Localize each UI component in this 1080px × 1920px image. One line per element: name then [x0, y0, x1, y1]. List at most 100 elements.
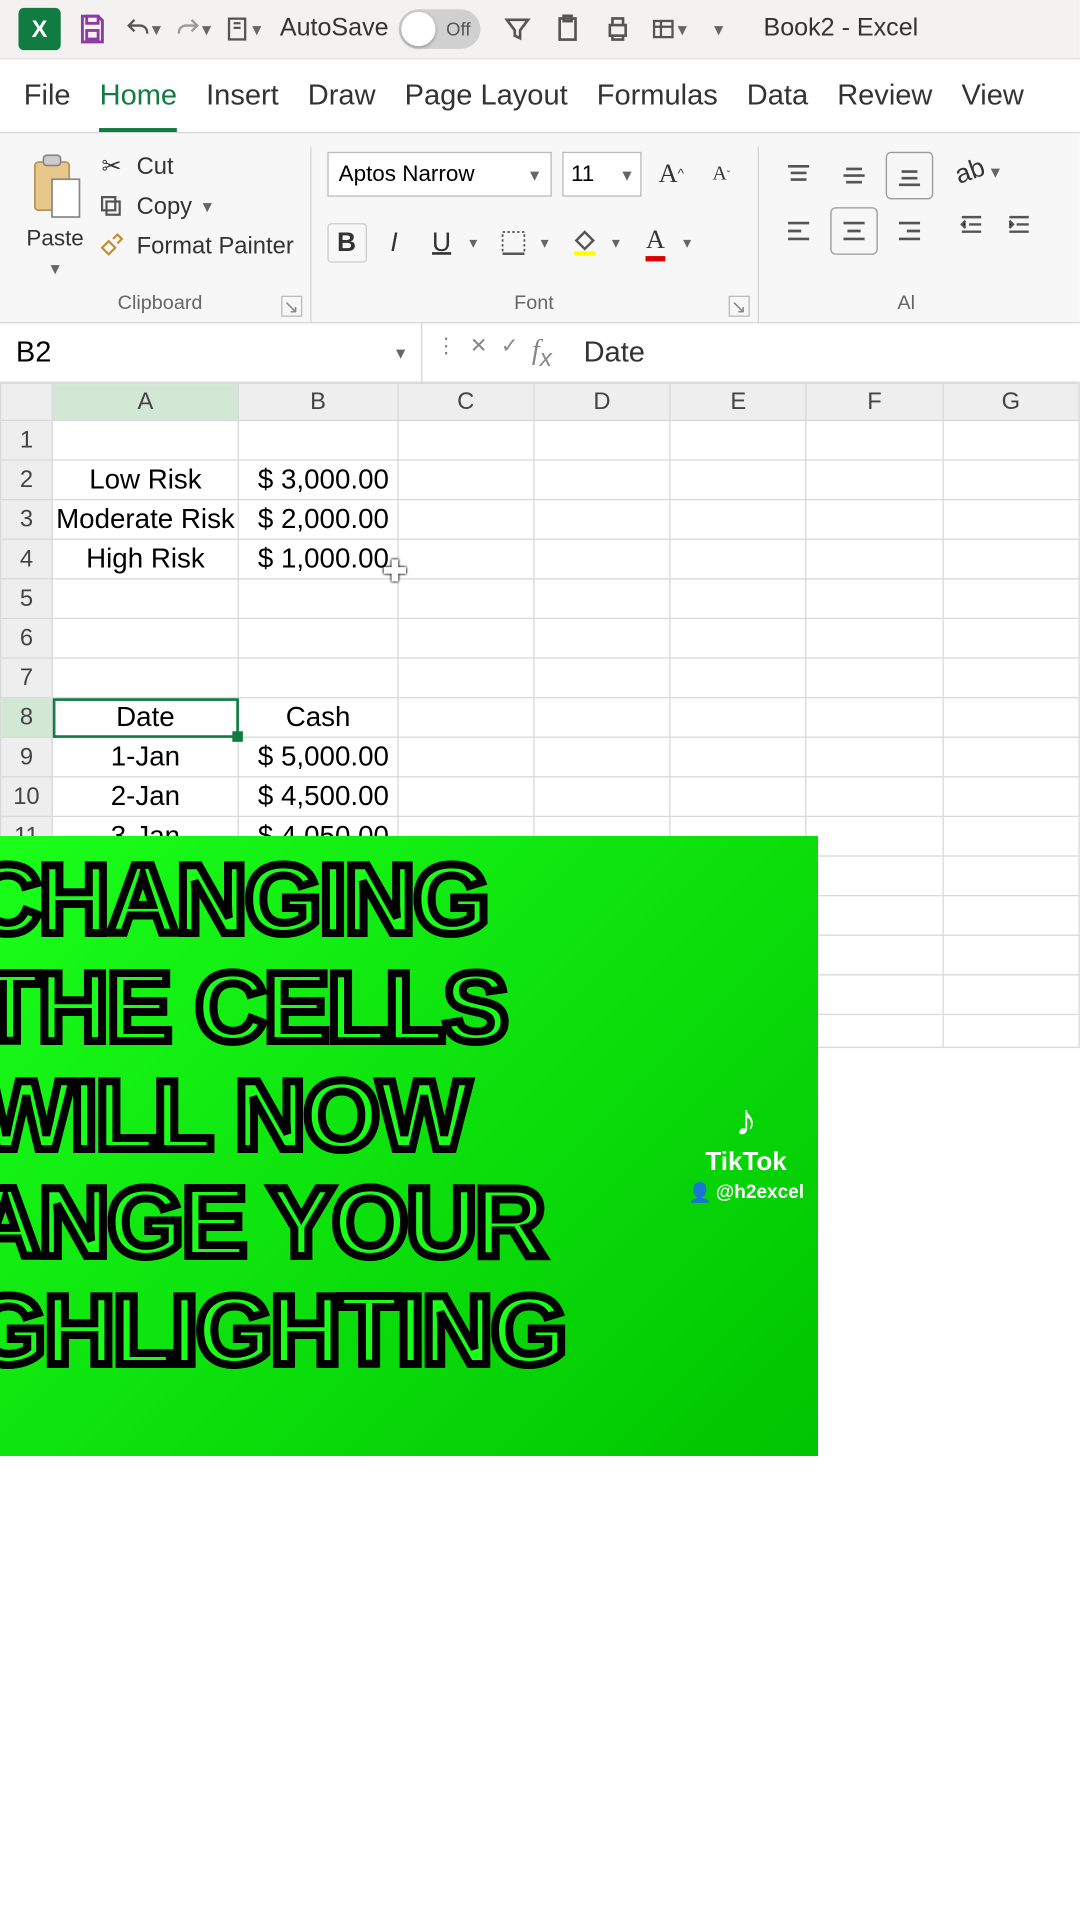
redo-button[interactable]: ▾ — [174, 11, 211, 48]
cell[interactable] — [52, 658, 238, 698]
cell[interactable] — [806, 698, 942, 738]
quick-action-button[interactable]: ▾ — [224, 11, 261, 48]
column-header-a[interactable]: A — [52, 383, 238, 420]
cell[interactable] — [670, 737, 806, 777]
cell[interactable]: 2-Jan — [52, 777, 238, 817]
cell[interactable] — [534, 460, 670, 500]
cancel-formula-icon[interactable]: ✕ — [470, 332, 488, 372]
tab-file[interactable]: File — [24, 78, 71, 132]
orientation-button[interactable]: ab — [951, 152, 991, 192]
cell[interactable] — [52, 579, 238, 619]
dialog-launcher-icon[interactable]: ↘ — [728, 296, 749, 317]
align-top-button[interactable] — [774, 152, 822, 200]
tab-page-layout[interactable]: Page Layout — [405, 78, 568, 132]
cell[interactable] — [670, 539, 806, 579]
tab-view[interactable]: View — [961, 78, 1023, 132]
tab-data[interactable]: Data — [747, 78, 808, 132]
cell[interactable] — [670, 579, 806, 619]
cell[interactable] — [943, 460, 1079, 500]
cell[interactable] — [806, 460, 942, 500]
cell[interactable] — [806, 539, 942, 579]
row-header[interactable]: 3 — [1, 500, 53, 540]
paste-icon[interactable] — [550, 11, 587, 48]
cell[interactable]: 1-Jan — [52, 737, 238, 777]
column-header-c[interactable]: C — [398, 383, 534, 420]
more-icon[interactable]: ⋮ — [436, 332, 457, 372]
chevron-down-icon[interactable]: ▾ — [612, 234, 628, 252]
underline-button[interactable]: U — [422, 223, 462, 263]
filter-icon[interactable] — [499, 11, 536, 48]
fill-color-button[interactable] — [564, 223, 604, 263]
tab-draw[interactable]: Draw — [308, 78, 376, 132]
cell[interactable] — [943, 737, 1079, 777]
cell[interactable] — [943, 539, 1079, 579]
autosave-toggle[interactable]: AutoSave Off — [280, 9, 481, 49]
cell[interactable] — [239, 579, 398, 619]
cell[interactable] — [943, 420, 1079, 460]
cell[interactable] — [534, 500, 670, 540]
cell[interactable]: $ 2,000.00 — [239, 500, 398, 540]
enter-formula-icon[interactable]: ✓ — [501, 332, 519, 372]
cell[interactable] — [806, 618, 942, 658]
italic-button[interactable]: I — [374, 223, 414, 263]
align-middle-button[interactable] — [830, 152, 878, 200]
column-header-f[interactable]: F — [806, 383, 942, 420]
cell[interactable] — [670, 618, 806, 658]
row-header[interactable]: 6 — [1, 618, 53, 658]
decrease-font-button[interactable]: Aˇ — [702, 154, 742, 194]
cell[interactable] — [943, 579, 1079, 619]
cell[interactable]: $ 4,500.00 — [239, 777, 398, 817]
row-header[interactable]: 5 — [1, 579, 53, 619]
align-left-button[interactable] — [774, 207, 822, 255]
save-button[interactable] — [74, 11, 111, 48]
tab-review[interactable]: Review — [837, 78, 932, 132]
cell[interactable] — [398, 777, 534, 817]
cell[interactable] — [806, 777, 942, 817]
cell[interactable] — [806, 737, 942, 777]
cell[interactable] — [670, 460, 806, 500]
row-header[interactable]: 4 — [1, 539, 53, 579]
cell[interactable]: Cash — [239, 698, 398, 738]
align-bottom-button[interactable] — [885, 152, 933, 200]
cell[interactable] — [534, 737, 670, 777]
cell[interactable]: Date — [52, 698, 238, 738]
cell[interactable] — [534, 420, 670, 460]
copy-button[interactable]: Copy ▾ — [97, 191, 294, 220]
cell[interactable] — [806, 935, 942, 975]
formula-input[interactable]: Date — [565, 335, 1080, 369]
cell[interactable] — [534, 539, 670, 579]
print-icon[interactable] — [600, 11, 637, 48]
font-family-combo[interactable]: Aptos Narrow ▾ — [327, 152, 551, 197]
align-right-button[interactable] — [885, 207, 933, 255]
cell[interactable] — [670, 420, 806, 460]
cell[interactable] — [670, 698, 806, 738]
cell[interactable] — [943, 698, 1079, 738]
cell[interactable] — [52, 618, 238, 658]
cell[interactable] — [398, 579, 534, 619]
cell[interactable] — [52, 420, 238, 460]
paste-button[interactable]: Paste ▾ — [26, 152, 83, 280]
chevron-down-icon[interactable]: ▾ — [683, 234, 699, 252]
qat-customize-icon[interactable]: ▾ — [700, 11, 737, 48]
select-all-corner[interactable] — [1, 383, 53, 420]
cell[interactable]: High Risk — [52, 539, 238, 579]
cell[interactable] — [943, 500, 1079, 540]
cell[interactable] — [398, 698, 534, 738]
table-icon[interactable]: ▾ — [650, 11, 687, 48]
column-header-b[interactable]: B — [239, 383, 398, 420]
row-header[interactable]: 2 — [1, 460, 53, 500]
fx-icon[interactable]: fx — [532, 332, 552, 372]
cell[interactable] — [239, 658, 398, 698]
tab-formulas[interactable]: Formulas — [597, 78, 718, 132]
cell[interactable]: Low Risk — [52, 460, 238, 500]
align-center-button[interactable] — [830, 207, 878, 255]
row-header[interactable]: 8 — [1, 698, 53, 738]
borders-button[interactable] — [493, 223, 533, 263]
chevron-down-icon[interactable]: ▾ — [541, 234, 557, 252]
row-header[interactable]: 10 — [1, 777, 53, 817]
cell[interactable] — [670, 658, 806, 698]
cell[interactable] — [534, 658, 670, 698]
cell[interactable]: $ 1,000.00 — [239, 539, 398, 579]
cell[interactable] — [670, 777, 806, 817]
cell[interactable] — [398, 737, 534, 777]
